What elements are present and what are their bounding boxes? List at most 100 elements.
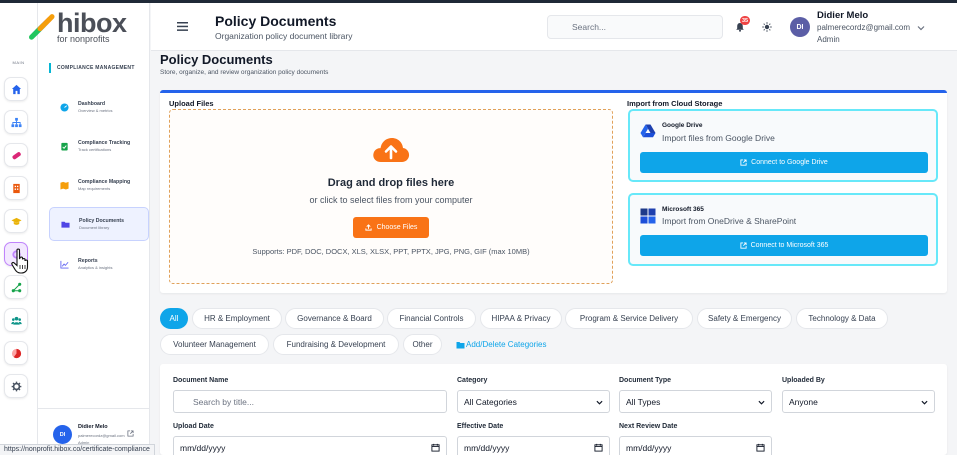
avatar[interactable]: DI bbox=[53, 425, 72, 444]
tab-safety-emergency[interactable]: Safety & Emergency bbox=[697, 308, 792, 329]
sidebar-item-compliance-tracking[interactable]: Compliance Tracking Track certifications bbox=[49, 129, 149, 163]
section-title: Policy Documents bbox=[160, 52, 273, 67]
sidebar-item-subtitle: Map requirements bbox=[78, 185, 111, 191]
upload-label: Upload Files bbox=[169, 99, 214, 108]
tab-fundraising-development[interactable]: Fundraising & Development bbox=[273, 334, 399, 355]
rail-settings-button[interactable] bbox=[4, 374, 28, 398]
rail-users-button[interactable] bbox=[4, 308, 28, 332]
rail-graduation-button[interactable] bbox=[4, 209, 28, 233]
sidebar-item-subtitle: Track certifications bbox=[78, 146, 112, 152]
rail-pill-button[interactable] bbox=[4, 143, 28, 167]
tab-technology-data[interactable]: Technology & Data bbox=[796, 308, 888, 329]
tab-hipaa-privacy[interactable]: HIPAA & Privacy bbox=[480, 308, 562, 329]
microsoft-icon bbox=[640, 208, 656, 224]
tab-hr-employment[interactable]: HR & Employment bbox=[192, 308, 282, 329]
supported-formats: Supports: PDF, DOC, DOCX, XLS, XLSX, PPT… bbox=[252, 247, 530, 256]
doc-name-label: Document Name bbox=[173, 377, 229, 384]
manage-categories-link[interactable]: Add/Delete Categories bbox=[456, 338, 547, 351]
calendar-icon[interactable] bbox=[594, 443, 603, 452]
sidebar-user-name: Didier Melo bbox=[78, 424, 108, 430]
folder-icon bbox=[456, 341, 465, 348]
sidebar-item-dashboard[interactable]: Dashboard Overview & metrics bbox=[49, 90, 149, 124]
external-link-icon bbox=[740, 242, 747, 249]
chevron-down-icon bbox=[758, 400, 765, 405]
rail-chart-button[interactable] bbox=[4, 341, 28, 365]
google-drive-card: Google Drive Import files from Google Dr… bbox=[628, 109, 938, 182]
external-link-icon[interactable] bbox=[127, 430, 134, 437]
connect-microsoft-365-button[interactable]: Connect to Microsoft 365 bbox=[640, 235, 928, 256]
dropzone-title: Drag and drop files here bbox=[327, 177, 455, 189]
users-icon bbox=[10, 316, 22, 325]
uploaded-by-label: Uploaded By bbox=[782, 377, 825, 384]
tab-volunteer-management[interactable]: Volunteer Management bbox=[160, 334, 269, 355]
chart-line-icon bbox=[60, 260, 69, 269]
microsoft-365-title: Microsoft 365 bbox=[662, 206, 704, 213]
building-icon bbox=[12, 183, 20, 193]
doc-name-placeholder: Search by title... bbox=[193, 396, 254, 407]
review-date-value: mm/dd/yyyy bbox=[626, 442, 672, 453]
connect-google-drive-button[interactable]: Connect to Google Drive bbox=[640, 152, 928, 173]
global-search[interactable] bbox=[547, 15, 723, 39]
category-select[interactable]: All Categories bbox=[457, 390, 610, 413]
search-input[interactable] bbox=[548, 16, 722, 38]
uploaded-by-select[interactable]: Anyone bbox=[782, 390, 935, 413]
sidebar-item-reports[interactable]: Reports Analytics & insights bbox=[49, 247, 149, 281]
tab-governance-board[interactable]: Governance & Board bbox=[285, 308, 384, 329]
icon-rail: MAIN bbox=[0, 3, 38, 455]
type-select[interactable]: All Types bbox=[619, 390, 772, 413]
tab-other[interactable]: Other bbox=[403, 334, 442, 355]
rail-share-button[interactable] bbox=[4, 275, 28, 299]
tab-program-service-delivery[interactable]: Program & Service Delivery bbox=[565, 308, 693, 329]
sidebar-item-subtitle: Overview & metrics bbox=[78, 107, 113, 113]
connect-microsoft-365-label: Connect to Microsoft 365 bbox=[750, 242, 829, 249]
sidebar-item-policy-documents[interactable]: Policy Documents Document library bbox=[49, 207, 149, 241]
header-user-name[interactable]: Didier Melo bbox=[817, 10, 868, 21]
cloud-import-label: Import from Cloud Storage bbox=[627, 99, 723, 108]
tab-all[interactable]: All bbox=[160, 308, 188, 329]
sidebar-section-title: COMPLIANCE MANAGEMENT bbox=[49, 63, 135, 73]
choose-files-button[interactable]: Choose Files bbox=[353, 217, 429, 238]
gear-icon bbox=[11, 381, 21, 391]
google-drive-title: Google Drive bbox=[662, 122, 703, 129]
chevron-down-icon[interactable] bbox=[917, 24, 925, 32]
sidebar: hibox for nonprofits COMPLIANCE MANAGEME… bbox=[29, 3, 150, 455]
page-title: Policy Documents bbox=[215, 13, 337, 29]
gauge-icon bbox=[60, 102, 69, 112]
rail-building-button[interactable] bbox=[4, 176, 28, 200]
sidebar-item-title: Reports bbox=[78, 257, 98, 264]
avatar[interactable]: DI bbox=[790, 17, 810, 37]
tab-financial-controls[interactable]: Financial Controls bbox=[387, 308, 476, 329]
rail-home-button[interactable] bbox=[4, 77, 28, 101]
upload-date-label: Upload Date bbox=[173, 423, 214, 430]
sidebar-item-title: Policy Documents bbox=[79, 217, 124, 224]
chevron-down-icon bbox=[596, 400, 603, 405]
notification-badge: 35 bbox=[740, 16, 750, 25]
sun-icon[interactable] bbox=[762, 22, 772, 32]
review-date-input[interactable]: mm/dd/yyyy bbox=[619, 436, 772, 455]
clipboard-check-icon bbox=[61, 142, 68, 151]
upload-date-input[interactable]: mm/dd/yyyy bbox=[173, 436, 447, 455]
category-select-value: All Categories bbox=[464, 396, 517, 407]
rail-sitemap-button[interactable] bbox=[4, 110, 28, 134]
sidebar-item-compliance-mapping[interactable]: Compliance Mapping Map requirements bbox=[49, 168, 149, 202]
browser-status-url: https://nonprofit.hibox.co/certificate-c… bbox=[0, 444, 155, 455]
hand-pointer-cursor-icon bbox=[11, 248, 29, 274]
sidebar-item-title: Compliance Mapping bbox=[78, 178, 131, 185]
manage-categories-label: Add/Delete Categories bbox=[466, 340, 547, 349]
external-link-icon bbox=[740, 159, 747, 166]
page-subtitle: Organization policy document library bbox=[215, 31, 353, 41]
chevron-down-icon bbox=[921, 400, 928, 405]
hamburger-menu-icon[interactable] bbox=[177, 22, 188, 31]
header-user-role: Admin bbox=[817, 35, 840, 44]
uploaded-by-value: Anyone bbox=[789, 396, 818, 407]
doc-name-search-input[interactable]: Search by title... bbox=[173, 390, 447, 413]
upload-date-value: mm/dd/yyyy bbox=[180, 442, 226, 453]
calendar-icon[interactable] bbox=[431, 443, 440, 452]
chart-pie-icon bbox=[11, 348, 21, 358]
upload-icon bbox=[364, 224, 372, 231]
connect-google-drive-label: Connect to Google Drive bbox=[751, 159, 828, 166]
effective-date-input[interactable]: mm/dd/yyyy bbox=[457, 436, 610, 455]
calendar-icon[interactable] bbox=[756, 443, 765, 452]
brand-logo[interactable]: hibox for nonprofits bbox=[25, 10, 135, 45]
google-drive-desc: Import files from Google Drive bbox=[662, 133, 775, 143]
